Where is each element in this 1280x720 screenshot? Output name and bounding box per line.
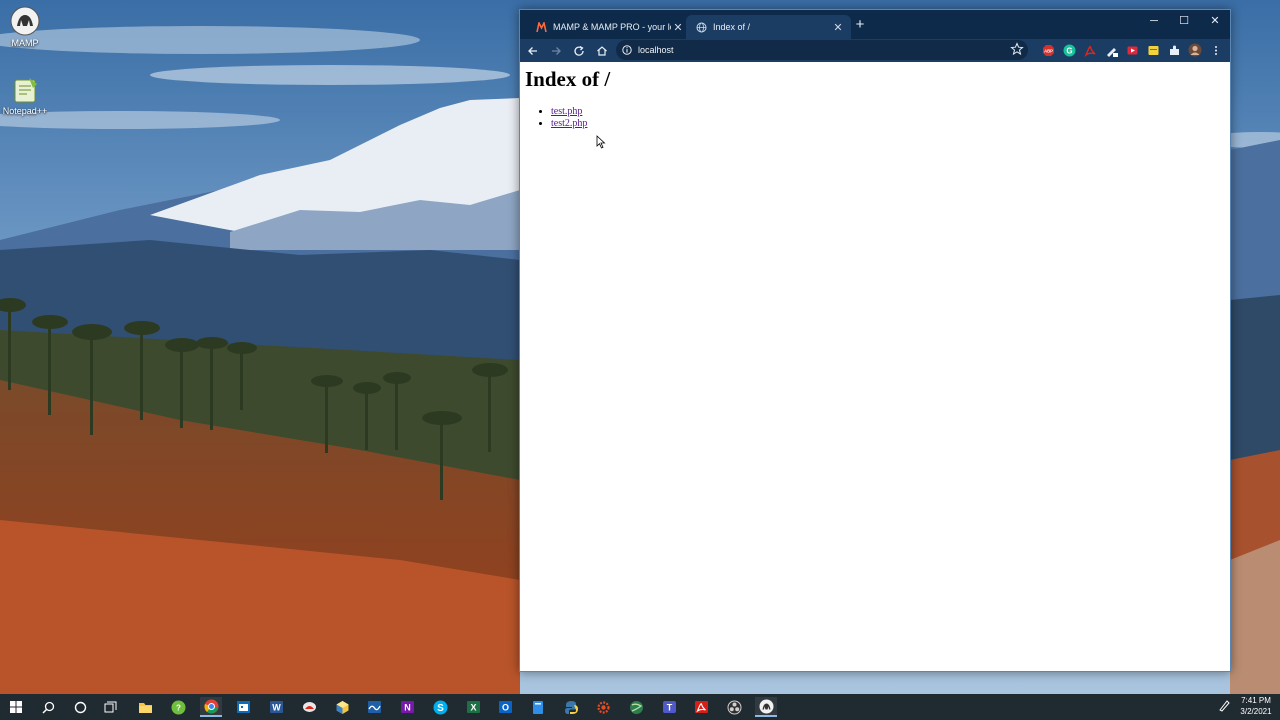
taskbar: ? W N S X O T 7:41 PM 3/2/2021 — [0, 694, 1280, 720]
acrobat-icon[interactable] — [691, 697, 711, 717]
app-wave-icon[interactable] — [364, 697, 384, 717]
skype-icon[interactable]: S — [430, 697, 450, 717]
task-view-icon[interactable] — [101, 697, 121, 717]
file-explorer-icon[interactable] — [135, 697, 155, 717]
app-globe-icon[interactable] — [626, 697, 646, 717]
address-bar[interactable] — [616, 40, 1028, 60]
chrome-icon[interactable] — [200, 697, 222, 717]
arrow-right-icon — [551, 46, 561, 55]
outlook-calendar-icon[interactable] — [233, 697, 253, 717]
page-content: Index of / test.php test2.php — [520, 62, 1230, 671]
arrow-left-icon — [527, 46, 537, 55]
settings-icon[interactable] — [593, 697, 613, 717]
video-icon[interactable] — [1124, 42, 1140, 58]
puzzle-icon[interactable] — [1166, 42, 1182, 58]
obs-icon[interactable] — [724, 697, 744, 717]
app-cube-icon[interactable] — [332, 697, 352, 717]
pen-tray-icon[interactable] — [1218, 699, 1230, 717]
menu-kebab-icon[interactable] — [1208, 42, 1224, 58]
clock-time: 7:41 PM — [1241, 696, 1271, 705]
desktop-icon-label: Notepad++ — [2, 106, 48, 116]
adblock-icon[interactable]: ABP — [1040, 42, 1056, 58]
list-item: test.php — [551, 106, 587, 118]
info-icon[interactable] — [622, 45, 632, 55]
mamp-icon[interactable] — [755, 697, 777, 717]
minimize-button[interactable]: ─ — [1139, 12, 1169, 30]
home-button[interactable] — [591, 40, 612, 61]
tab-index-of[interactable]: Index of / ✕ — [686, 15, 851, 39]
tab-title: MAMP & MAMP PRO - your loc — [553, 22, 671, 32]
svg-text:S: S — [437, 703, 444, 714]
file-link-test-php[interactable]: test.php — [551, 106, 582, 117]
forward-button[interactable] — [545, 40, 566, 61]
close-window-button[interactable]: ✕ — [1200, 12, 1230, 30]
new-tab-button[interactable]: + — [852, 17, 868, 33]
svg-text:T: T — [666, 703, 672, 713]
tab-title: Index of / — [713, 22, 751, 32]
excel-icon[interactable]: X — [463, 697, 483, 717]
outlook-icon[interactable]: O — [495, 697, 515, 717]
clock-date: 3/2/2021 — [1240, 707, 1272, 716]
note-icon[interactable] — [1145, 42, 1161, 58]
close-icon[interactable]: ✕ — [671, 21, 685, 34]
star-icon — [1010, 42, 1024, 56]
browser-window: MAMP & MAMP PRO - your loc ✕ Index of / … — [519, 9, 1231, 672]
extensions-bar: ABP G — [1040, 42, 1224, 58]
desktop-icon-mamp[interactable]: MAMP — [0, 6, 53, 48]
system-clock[interactable]: 7:41 PM 3/2/2021 — [1236, 695, 1276, 717]
svg-text:W: W — [272, 703, 281, 713]
app-green-icon[interactable]: ? — [168, 697, 188, 717]
notepad-plus-plus-icon — [14, 78, 37, 103]
teams-icon[interactable]: T — [659, 697, 679, 717]
reload-icon — [573, 45, 584, 56]
svg-text:?: ? — [176, 703, 181, 712]
bookmark-star-button[interactable] — [1010, 42, 1024, 61]
desktop-icon-label: MAMP — [11, 38, 39, 48]
browser-toolbar: ABP G — [520, 39, 1230, 62]
python-icon[interactable] — [561, 697, 581, 717]
globe-icon — [696, 22, 707, 32]
grammarly-icon[interactable]: G — [1061, 42, 1077, 58]
close-icon[interactable]: ✕ — [831, 21, 845, 34]
windows-start-icon[interactable] — [6, 697, 26, 717]
svg-text:O: O — [501, 703, 508, 713]
url-input[interactable] — [638, 45, 998, 55]
search-icon[interactable] — [38, 697, 58, 717]
cortana-icon[interactable] — [70, 697, 90, 717]
home-icon — [596, 45, 607, 56]
word-icon[interactable]: W — [266, 697, 286, 717]
mamp-icon — [10, 6, 40, 36]
app-red-icon[interactable] — [299, 697, 319, 717]
desktop-icon-notepad[interactable]: Notepad++ — [0, 76, 53, 116]
svg-text:G: G — [1066, 46, 1072, 55]
mouse-cursor-icon — [596, 135, 606, 154]
svg-text:ABP: ABP — [1044, 48, 1053, 53]
app-blue-icon[interactable] — [528, 697, 548, 717]
profile-avatar[interactable] — [1187, 42, 1203, 58]
reload-button[interactable] — [568, 40, 589, 61]
acrobat-icon[interactable] — [1082, 42, 1098, 58]
list-item: test2.php — [551, 118, 587, 130]
file-list: test.php test2.php — [551, 106, 587, 130]
onenote-icon[interactable]: N — [397, 697, 417, 717]
back-button[interactable] — [522, 40, 543, 61]
svg-text:N: N — [404, 703, 411, 713]
page-title: Index of / — [525, 67, 611, 91]
tab-mamp[interactable]: MAMP & MAMP PRO - your loc ✕ — [526, 15, 691, 39]
mamp-favicon — [536, 21, 547, 32]
maximize-button[interactable]: ☐ — [1169, 12, 1199, 30]
pen-icon[interactable] — [1103, 42, 1119, 58]
file-link-test2-php[interactable]: test2.php — [551, 118, 587, 129]
tab-strip: MAMP & MAMP PRO - your loc ✕ Index of / … — [520, 10, 1230, 39]
svg-text:X: X — [470, 703, 476, 713]
